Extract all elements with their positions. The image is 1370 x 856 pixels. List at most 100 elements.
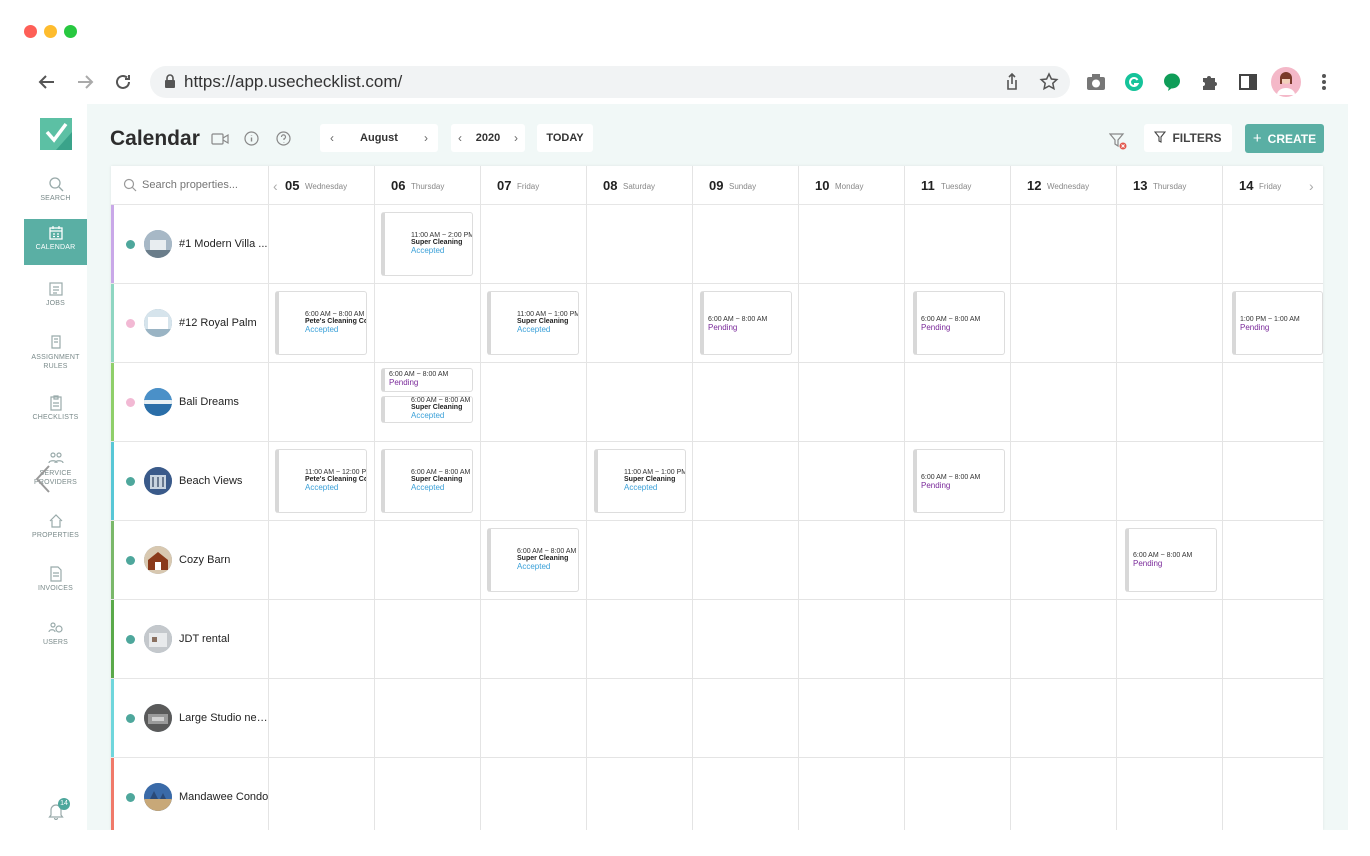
info-icon[interactable] [244,131,259,151]
profile-avatar[interactable] [1271,67,1301,97]
grid-divider [269,362,1323,363]
maximize-window-button[interactable] [64,25,77,38]
prev-days-chevron-icon[interactable]: ‹ [273,178,278,194]
grid-divider [374,205,375,830]
nav-users[interactable]: USERS [24,614,87,660]
today-button[interactable]: TODAY [537,124,593,152]
minimize-window-button[interactable] [44,25,57,38]
month-selector: ‹ August › [320,124,438,152]
day-header: 06 Thursday [375,166,481,205]
property-name: #12 Royal Palm [179,317,257,329]
nav-search[interactable]: SEARCH [24,170,87,216]
close-window-button[interactable] [24,25,37,38]
property-row[interactable]: #1 Modern Villa ... [111,205,269,284]
job-time: 11:00 AM ~ 12:00 PM [305,469,367,476]
search-properties-input[interactable] [142,177,262,193]
job-time: 6:00 AM ~ 8:00 AM [389,371,449,378]
nav-assignment-rules[interactable]: ASSIGNMENT RULES [24,328,87,384]
property-name: Beach Views [179,475,243,487]
day-header: 05 Wednesday [269,166,375,205]
days-area: 05 Wednesday 06 Thursday 07 Friday 08 Saturd… [269,166,1323,830]
side-panel-icon[interactable] [1236,70,1260,94]
next-month-button[interactable]: › [414,131,438,145]
menu-kebab-icon[interactable] [1312,70,1336,94]
checklist-logo[interactable] [40,118,72,150]
job-card[interactable]: 6:00 AM ~ 8:00 AM Pending [913,449,1005,513]
property-row[interactable]: JDT rental [111,600,269,679]
url-text: https://app.usechecklist.com/ [184,72,403,91]
job-card[interactable]: 11:00 AM ~ 1:00 PM Super Cleaning Accept… [594,449,686,513]
share-icon[interactable] [1002,72,1022,92]
nav-properties[interactable]: PROPERTIES [24,507,87,553]
forward-arrow-icon[interactable] [73,70,97,94]
nav-jobs[interactable]: JOBS [24,275,87,321]
grammarly-icon[interactable] [1122,70,1146,94]
property-row[interactable]: Large Studio near... [111,679,269,758]
next-year-button[interactable]: › [507,131,525,145]
job-card[interactable]: 11:00 AM ~ 2:00 PM Super Cleaning Accept… [381,212,473,276]
bookmark-star-icon[interactable] [1039,72,1059,92]
day-header: 10 Monday [799,166,905,205]
job-card[interactable]: 6:00 AM ~ 8:00 AM Pending [381,368,473,392]
status-dot [126,319,135,328]
job-card[interactable]: 6:00 AM ~ 8:00 AM Pending [913,291,1005,355]
filters-button[interactable]: FILTERS [1144,124,1232,152]
day-name: Tuesday [941,182,972,191]
address-bar[interactable]: https://app.usechecklist.com/ [150,66,1070,98]
job-time: 6:00 AM ~ 8:00 AM [517,548,577,555]
chat-extension-icon[interactable] [1160,70,1184,94]
status-dot [126,793,135,802]
day-number: 06 [391,178,406,193]
job-card[interactable]: 11:00 AM ~ 1:00 PM Super Cleaning Accept… [487,291,579,355]
day-number: 10 [815,178,830,193]
property-name: Large Studio near... [179,712,269,724]
collapse-sidebar-icon[interactable] [34,464,52,499]
nav-checklists[interactable]: CHECKLISTS [24,389,87,435]
day-number: 05 [285,178,300,193]
job-status: Accepted [517,325,551,334]
prev-year-button[interactable]: ‹ [451,131,469,145]
camera-extension-icon[interactable] [1084,70,1108,94]
prev-month-button[interactable]: ‹ [320,131,344,145]
property-row[interactable]: #12 Royal Palm [111,284,269,363]
job-provider: Super Cleaning [517,555,569,562]
filters-label: FILTERS [1172,131,1222,145]
back-arrow-icon[interactable] [35,70,59,94]
next-days-chevron-icon[interactable]: › [1309,178,1314,194]
job-card[interactable]: 6:00 AM ~ 8:00 AM Pete's Cleaning Co Acc… [275,291,367,355]
job-provider: Pete's Cleaning Co [305,476,367,483]
year-value: 2020 [475,132,501,144]
job-time: 11:00 AM ~ 1:00 PM [624,469,686,476]
nav-invoices[interactable]: INVOICES [24,560,87,606]
video-icon[interactable] [211,132,229,150]
job-card[interactable]: 6:00 AM ~ 8:00 AM Pending [1125,528,1217,592]
puzzle-extensions-icon[interactable] [1198,70,1222,94]
job-card[interactable]: 1:00 PM ~ 1:00 AM Pending [1232,291,1323,355]
day-header: 13 Thursday [1117,166,1223,205]
job-card[interactable]: 6:00 AM ~ 8:00 AM Super Cleaning Accepte… [487,528,579,592]
property-row[interactable]: Cozy Barn [111,521,269,600]
property-row[interactable]: Beach Views [111,442,269,521]
job-status: Pending [1133,559,1163,568]
job-card[interactable]: 6:00 AM ~ 8:00 AM Pending [700,291,792,355]
create-button[interactable]: + CREATE [1245,124,1324,153]
invoice-icon [48,566,64,582]
job-card[interactable]: 11:00 AM ~ 12:00 PM Pete's Cleaning Co A… [275,449,367,513]
day-header: 12 Wednesday [1011,166,1117,205]
job-card[interactable]: 6:00 AM ~ 8:00 AM Super Cleaning Accepte… [381,396,473,423]
job-provider: Super Cleaning [411,404,463,411]
property-avatar [144,467,172,495]
property-row[interactable]: Mandawee Condo [111,758,269,830]
property-color-stripe [111,679,114,757]
clear-filter-icon[interactable] [1108,132,1127,155]
job-time: 11:00 AM ~ 2:00 PM [411,232,473,239]
grid-divider [692,205,693,830]
job-time: 1:00 PM ~ 1:00 AM [1240,316,1300,323]
checklist-icon [48,395,64,411]
nav-calendar[interactable]: CALENDAR [24,219,87,265]
job-card[interactable]: 6:00 AM ~ 8:00 AM Super Cleaning Accepte… [381,449,473,513]
property-avatar [144,388,172,416]
help-icon[interactable] [276,131,291,151]
property-row[interactable]: Bali Dreams [111,363,269,442]
reload-icon[interactable] [111,70,135,94]
